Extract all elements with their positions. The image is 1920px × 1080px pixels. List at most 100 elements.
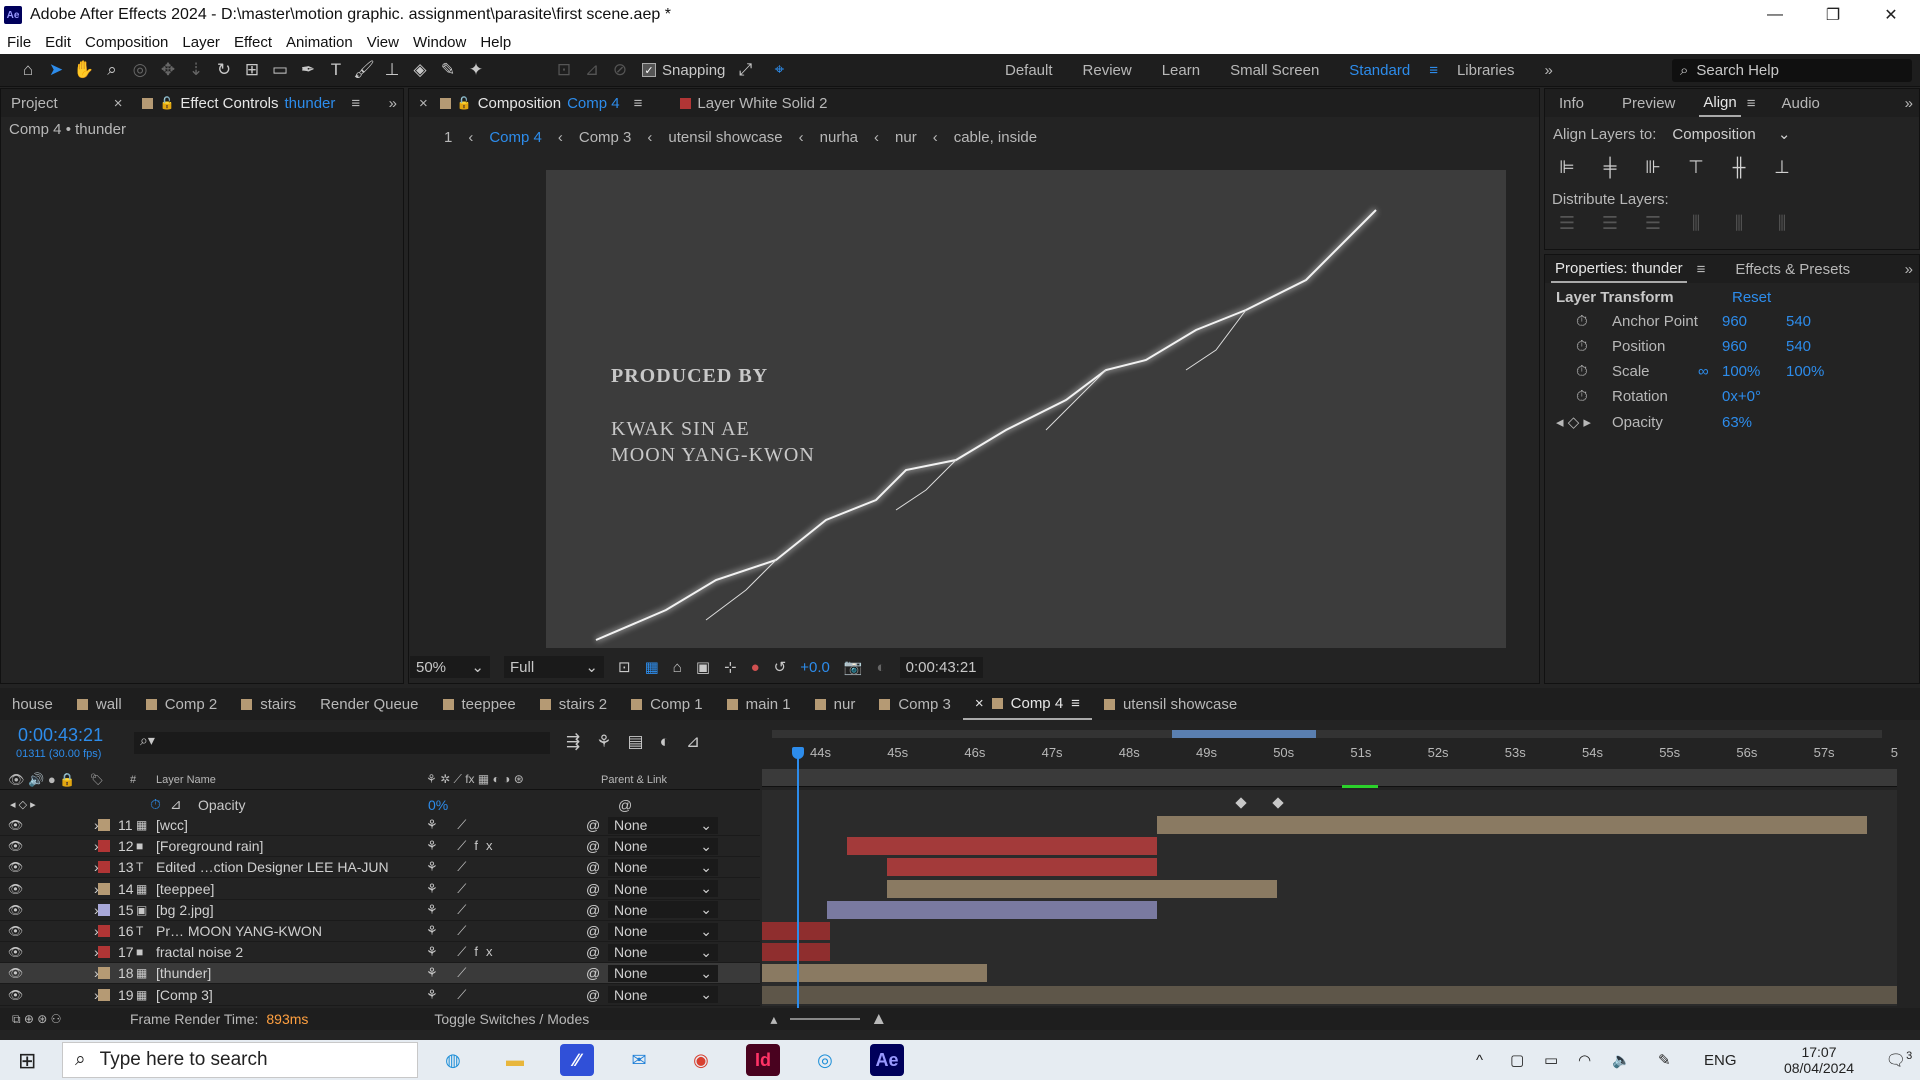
panel-menu-icon[interactable]: ≡ [634,95,643,112]
keyframe-navigator-icon[interactable]: ◂ ◇ ▸ [1556,413,1612,431]
puppet-tool-icon[interactable]: ✦ [462,57,490,83]
exposure-value[interactable]: +0.0 [800,659,830,676]
tab-comp3[interactable]: Comp 3 [867,688,963,720]
layer-switches-icons[interactable]: ⚘ ⟋ [406,923,526,939]
pan-behind-tool-icon[interactable]: ⊞ [238,57,266,83]
guides-icon[interactable]: ⊹ [724,658,737,676]
layer-label-swatch[interactable] [98,819,110,831]
parent-dropdown[interactable]: None ⌄ [608,880,718,898]
menu-edit[interactable]: Edit [38,34,78,51]
tray-meet-icon[interactable]: ▢ [1510,1051,1544,1069]
workspace-learn[interactable]: Learn [1147,62,1215,79]
tab-stairs[interactable]: stairs [229,688,308,720]
snap-features-icon[interactable]: ⌖ [765,57,793,83]
pen-tool-icon[interactable]: ✒ [294,57,322,83]
rotation-value[interactable]: 0x+0° [1722,388,1786,405]
work-area-bar[interactable] [772,730,1882,738]
layer-expand-chevron-icon[interactable]: › [24,987,99,1003]
menu-layer[interactable]: Layer [175,34,227,51]
breadcrumb-utensil-showcase[interactable]: utensil showcase [660,129,790,146]
layer-row[interactable]: 👁 › 15 ▣ [bg 2.jpg] ⚘ ⟋ @ None ⌄ [0,900,760,921]
layer-row[interactable]: 👁 › 12 ■ [Foreground rain] ⚘ ⟋fx @ None ⌄ [0,836,760,858]
axis-world-icon[interactable]: ⊿ [578,57,606,83]
dolly-tool-icon[interactable]: ⇣ [182,57,210,83]
parent-pickwhip-icon[interactable]: @ [586,923,608,939]
tray-network-icon[interactable]: ◠ [1578,1051,1612,1069]
tab-info[interactable]: Info [1545,89,1598,117]
snap-edge-icon[interactable]: ⤢ [731,57,759,83]
align-right-icon[interactable]: ⊪ [1641,156,1665,178]
tab-render-queue[interactable]: Render Queue [308,688,430,720]
layer-label-swatch[interactable] [98,882,110,895]
breadcrumb-cable-inside[interactable]: cable, inside [946,129,1045,146]
panel-menu-icon[interactable]: ≡ [351,95,360,112]
parent-dropdown[interactable]: None ⌄ [608,964,718,982]
search-help-field[interactable]: ⌕ Search Help [1672,59,1912,82]
color-channel-icon[interactable]: ● [751,659,760,676]
fast-previews-icon[interactable]: ⊡ [618,658,631,676]
tray-clock[interactable]: 17:07 08/04/2024 [1764,1044,1874,1076]
tab-nur[interactable]: nur [803,688,868,720]
windows-start-icon[interactable]: ⊞ [18,1048,36,1074]
layer-search-input[interactable]: ⌕▾ [134,732,550,754]
taskbar-search[interactable]: ⌕ Type here to search [62,1042,418,1078]
maximize-button[interactable]: ❐ [1804,0,1862,30]
graph-editor-icon[interactable]: ⊿ [686,732,700,752]
layer-label-swatch[interactable] [98,903,110,916]
graph-icon[interactable]: ⊿ [170,796,198,813]
breadcrumb-nur[interactable]: nur [887,129,925,146]
parent-pickwhip-icon[interactable]: @ [586,838,608,854]
layer-duration-bar[interactable] [762,985,1897,1004]
viewer-timecode[interactable]: 0:00:43:21 [899,656,983,678]
layer-expand-chevron-icon[interactable]: › [24,838,99,854]
layer-expand-chevron-icon[interactable]: › [24,817,99,833]
playhead[interactable] [792,747,804,1009]
after-effects-icon[interactable]: Ae [870,1044,904,1076]
frame-blending-icon[interactable]: ▤ [628,732,644,752]
snapping-toggle[interactable]: ✓ Snapping ⤢ ⌖ [642,57,793,83]
layer-label-swatch[interactable] [98,946,110,959]
eraser-tool-icon[interactable]: ◈ [406,57,434,83]
layer-duration-bar[interactable] [887,879,1277,898]
visibility-eye-icon[interactable]: 👁 [8,818,24,832]
tab-utensil-showcase[interactable]: utensil showcase [1092,688,1249,720]
parent-dropdown[interactable]: None ⌄ [608,901,718,919]
layer-expand-chevron-icon[interactable]: › [24,859,99,875]
toggle-switches-modes[interactable]: Toggle Switches / Modes [434,1011,770,1027]
tab-layer-viewer[interactable]: Layer White Solid 2 [670,89,837,117]
visibility-eye-icon[interactable]: 👁 [8,839,24,853]
anchor-x[interactable]: 960 [1722,313,1786,330]
brush-tool-icon[interactable]: 🖌 [350,57,378,83]
layer-expand-chevron-icon[interactable]: › [24,881,99,897]
tab-preview[interactable]: Preview [1598,89,1699,117]
layer-label-swatch[interactable] [98,988,110,1001]
roto-brush-tool-icon[interactable]: ✎ [434,57,462,83]
keyframe-marker[interactable] [1235,797,1247,809]
layer-row[interactable]: 👁 › 14 ▦ [teeppee] ⚘ ⟋ @ None ⌄ [0,879,760,900]
tray-expand-icon[interactable]: ^ [1476,1052,1510,1069]
close-button[interactable]: ✕ [1862,0,1920,30]
layer-name[interactable]: Pr… MOON YANG-KWON [156,923,406,939]
scale-y[interactable]: 100% [1786,363,1850,380]
resolution-dropdown[interactable]: Full ⌄ [504,656,604,678]
type-tool-icon[interactable]: T [322,57,350,83]
notification-icon[interactable]: 🗨3 [1874,1050,1920,1070]
visibility-eye-icon[interactable]: 👁 [8,966,24,980]
pan-tool-icon[interactable]: ✥ [154,57,182,83]
tab-comp1[interactable]: Comp 1 [619,688,715,720]
align-hcenter-icon[interactable]: ╪ [1598,156,1622,178]
layer-row[interactable]: 👁 › 17 ■ fractal noise 2 ⚘ ⟋fx @ None ⌄ [0,942,760,964]
opacity-row-value[interactable]: 0% [428,797,618,813]
layer-duration-bar[interactable] [847,837,1157,856]
mail-icon[interactable]: ✉ [622,1044,656,1076]
tab-properties[interactable]: Properties: thunder [1551,255,1687,283]
file-explorer-icon[interactable]: ▬ [498,1044,532,1076]
transparency-grid-icon[interactable]: ▦ [645,658,659,676]
distribute-bottom-icon[interactable]: ☰ [1641,212,1665,234]
position-x[interactable]: 960 [1722,338,1786,355]
browser-icon[interactable]: ◎ [808,1044,842,1076]
lock-icon[interactable]: 🔓 [159,96,174,110]
shy-layers-icon[interactable]: ⚘ [596,732,611,752]
align-left-icon[interactable]: ⊫ [1555,156,1579,178]
comp-flowchart-icon[interactable]: ⇶ [566,732,580,752]
